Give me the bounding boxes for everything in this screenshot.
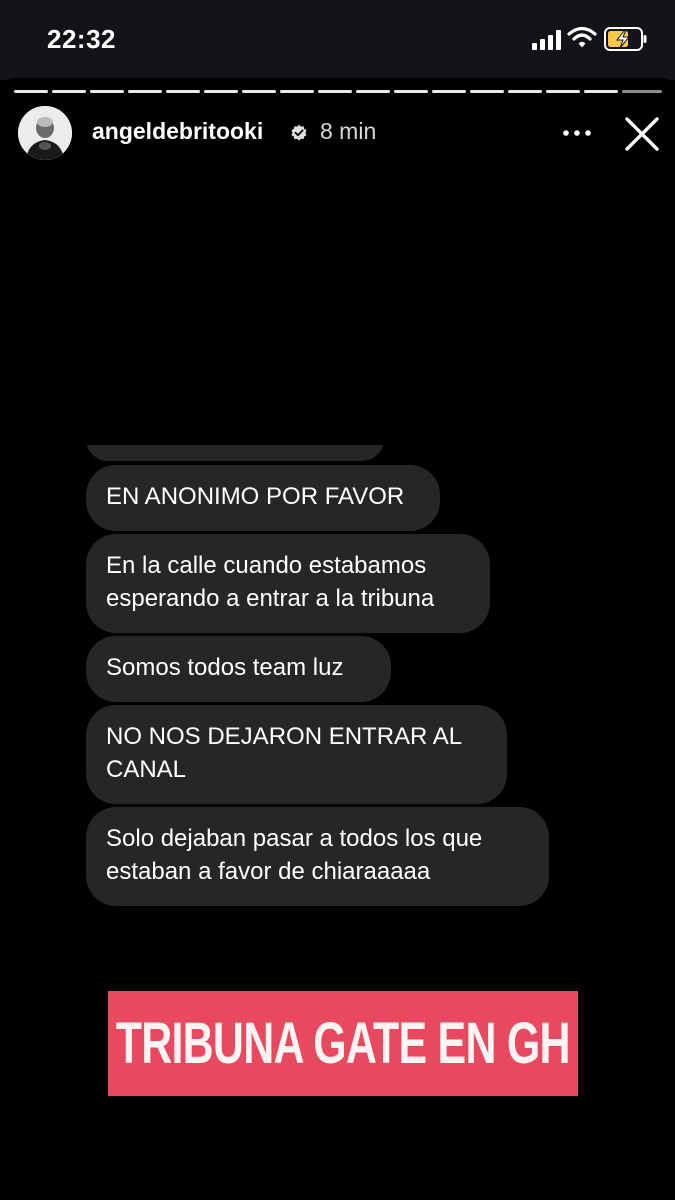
message-bubble: Somos todos team luz [86,636,391,702]
verified-badge-icon [291,124,307,141]
chat-screenshot-cutoff [86,445,586,465]
progress-segment [280,90,314,93]
progress-segment-current [622,90,662,93]
partial-message-bubble [86,445,384,461]
avatar-portrait-icon [18,106,72,160]
progress-segment [318,90,352,93]
wifi-icon [567,26,597,48]
story-timestamp: 8 min [320,118,377,144]
progress-segment [128,90,162,93]
message-bubble: Solo dejaban pasar a todos los que estab… [86,807,549,906]
avatar[interactable] [18,106,72,160]
progress-segment [546,90,580,93]
status-time: 22:32 [47,24,116,54]
progress-segment [90,90,124,93]
progress-segment [166,90,200,93]
cellular-signal-icon [532,30,561,50]
progress-segment [14,90,48,93]
progress-segment [432,90,466,93]
status-bar: 22:32 [0,0,675,80]
progress-segment [470,90,504,93]
message-bubble: NO NOS DEJARON ENTRAR AL CANAL [86,705,507,804]
progress-segment [394,90,428,93]
progress-segment [242,90,276,93]
close-icon[interactable] [623,115,661,153]
story-username[interactable]: angeldebritooki [92,118,263,145]
headline-banner: TRIBUNA GATE EN GH [108,991,578,1096]
message-bubble: En la calle cuando estabamos esperando a… [86,534,490,633]
battery-charging-icon [604,27,647,51]
story-progress-bar [14,90,662,94]
progress-segment [204,90,238,93]
progress-segment [52,90,86,93]
more-horizontal-icon[interactable] [562,123,592,143]
progress-segment [584,90,618,93]
progress-segment [356,90,390,93]
message-bubble: EN ANONIMO POR FAVOR [86,465,440,531]
progress-segment [508,90,542,93]
headline-text: TRIBUNA GATE EN GH [115,1011,571,1076]
